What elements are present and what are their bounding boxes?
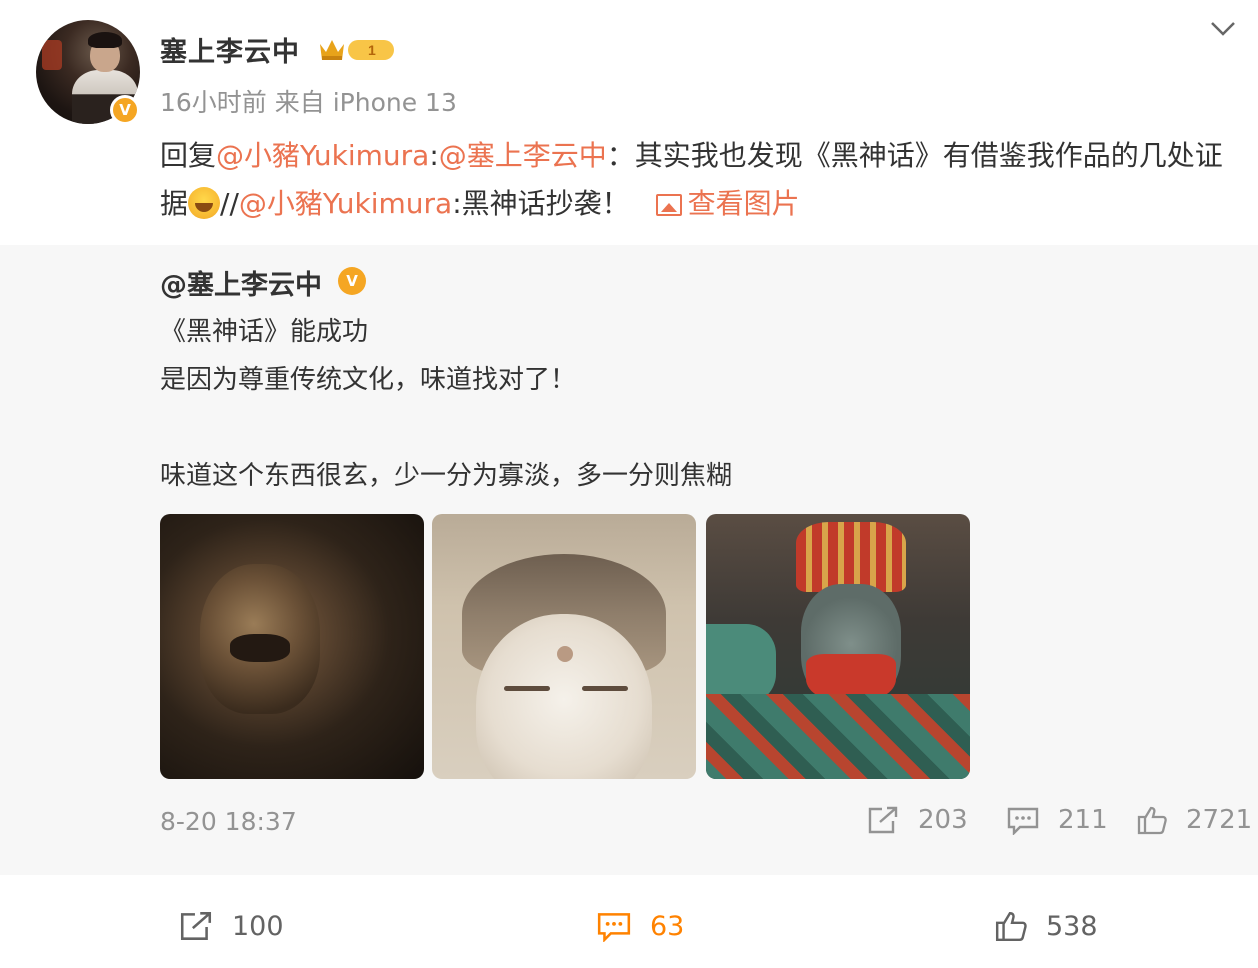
post-meta: 16小时前 来自 iPhone 13 [160, 88, 457, 117]
repost-count: 100 [232, 910, 284, 942]
comment-count: 63 [650, 910, 685, 942]
statue-mouth [230, 634, 290, 662]
image-thumbnail-3[interactable] [706, 514, 970, 779]
statue-eye [582, 686, 628, 691]
comment-icon [1007, 807, 1039, 835]
retweet-line-2: 是因为尊重传统文化，味道找对了！ [160, 365, 577, 395]
action-bar: 100 63 538 [0, 890, 1258, 968]
statue-urna [557, 646, 573, 662]
avatar-background-detail [42, 40, 62, 70]
thumbs-up-icon [995, 912, 1027, 942]
weibo-post: V 塞上李云中 1 16小时前 来自 iPhone 13 回复@小豬Yukimu… [0, 0, 1258, 968]
statue-crown [796, 522, 906, 592]
post-username[interactable]: 塞上李云中 [160, 30, 300, 69]
statue-armor [706, 694, 970, 779]
statue-arm [706, 624, 776, 704]
image-thumbnail-2[interactable] [432, 514, 696, 779]
retweet-line-3: 味道这个东西很玄，少一分为寡淡，多一分则焦糊 [160, 461, 733, 491]
repost-separator: // [220, 187, 239, 220]
view-picture-link[interactable]: 查看图片 [655, 187, 800, 220]
like-button[interactable]: 538 [994, 910, 1098, 942]
verified-badge-icon: V [338, 267, 366, 295]
retweet-timestamp: 8-20 18:37 [160, 807, 297, 836]
comment-button[interactable]: 63 [596, 910, 684, 942]
picture-icon [655, 194, 682, 216]
image-thumbnail-1[interactable] [160, 514, 424, 779]
reply-colon: : [429, 139, 439, 172]
like-count: 538 [1046, 910, 1098, 942]
statue-face [476, 614, 652, 779]
retweet-like-count: 2721 [1186, 805, 1253, 835]
retweet-repost-button[interactable]: 203 [866, 805, 968, 835]
avatar-figure-hair [88, 32, 122, 48]
repost-button[interactable]: 100 [178, 910, 284, 942]
comment-icon [597, 913, 631, 942]
mention-link[interactable]: @小豬Yukimura [239, 187, 452, 220]
vip-level: 1 [368, 42, 376, 58]
mention-link[interactable]: @塞上李云中 [439, 139, 607, 172]
reply-prefix: 回复 [160, 139, 217, 172]
vip-crown-icon[interactable]: 1 [316, 36, 398, 64]
retweet-like-button[interactable]: 2721 [1136, 805, 1252, 835]
chevron-down-icon[interactable] [1208, 16, 1238, 40]
retweet-username[interactable]: @塞上李云中 [160, 263, 322, 302]
laughing-emoji-icon [188, 187, 221, 219]
mention-link[interactable]: @小豬Yukimura [216, 139, 429, 172]
statue-eye [504, 686, 550, 691]
reply-text-quote: :黑神话抄袭！ [452, 187, 630, 220]
repost-icon [868, 806, 898, 834]
retweet-comment-button[interactable]: 211 [1006, 805, 1108, 835]
retweet-comment-count: 211 [1058, 805, 1108, 835]
thumbs-up-icon [1137, 806, 1167, 835]
verified-badge-icon: V [110, 95, 140, 125]
view-picture-label: 查看图片 [687, 187, 800, 220]
retweet-line-1: 《黑神话》能成功 [160, 317, 369, 347]
retweet-repost-count: 203 [918, 805, 968, 835]
retweet-block[interactable]: @塞上李云中 V 《黑神话》能成功 是因为尊重传统文化，味道找对了！ 味道这个东… [0, 245, 1258, 875]
repost-icon [180, 912, 212, 940]
reply-content: 回复@小豬Yukimura:@塞上李云中：其实我也发现《黑神话》有借鉴我作品的几… [160, 132, 1240, 228]
